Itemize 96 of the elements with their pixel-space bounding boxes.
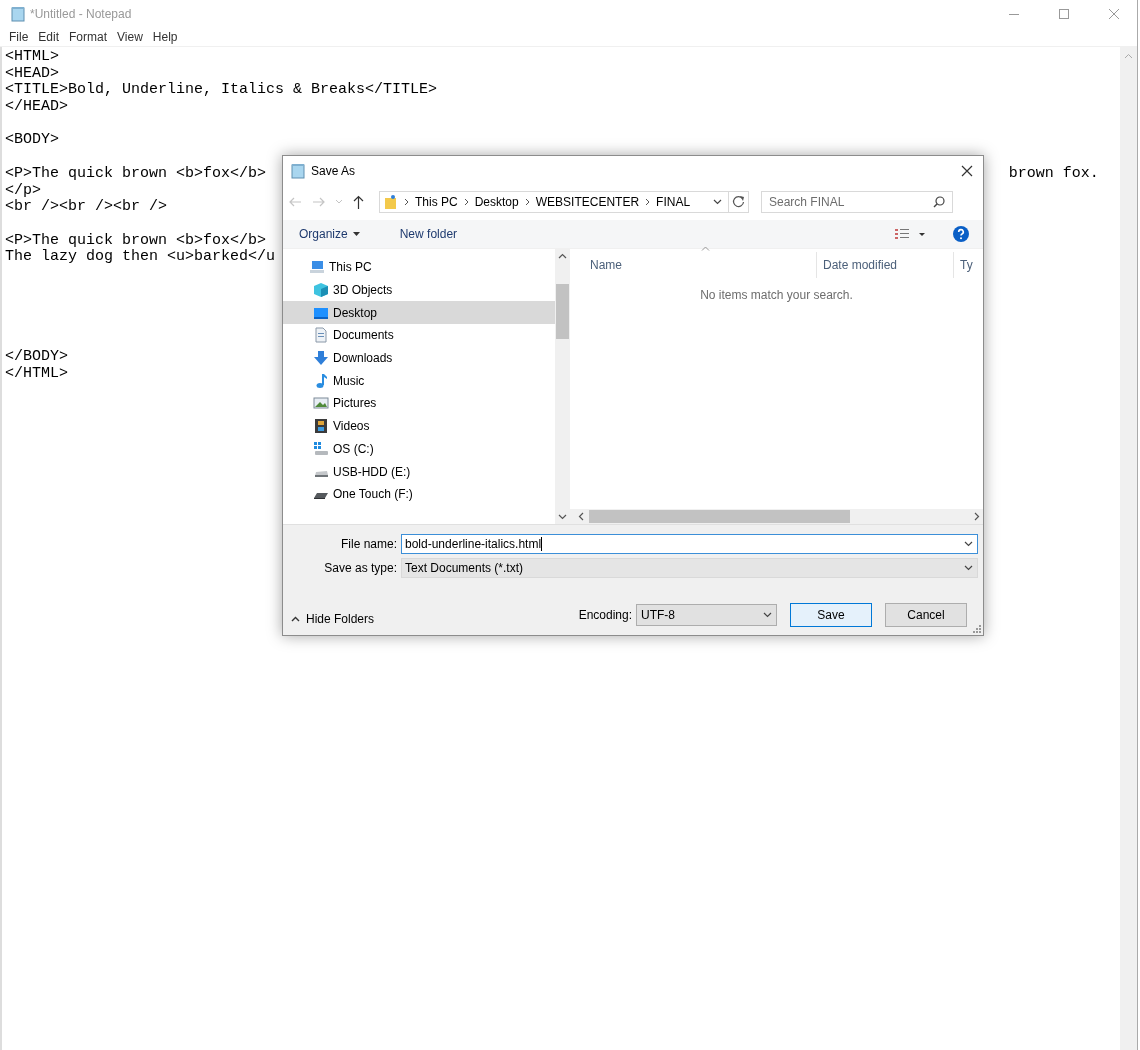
resize-grip-icon	[973, 625, 981, 633]
encoding-dropdown[interactable]: UTF-8	[636, 604, 777, 626]
drive-icon	[313, 470, 329, 477]
cancel-button[interactable]: Cancel	[885, 603, 967, 627]
folder-tree-item[interactable]: OS (C:)	[283, 437, 555, 461]
folder-icon	[384, 193, 398, 210]
film-icon	[313, 418, 329, 435]
file-name-field[interactable]: bold-underline-italics.html	[401, 534, 978, 554]
chevron-right-icon	[645, 197, 651, 206]
folder-tree-item[interactable]: 3D Objects	[283, 278, 555, 302]
chevron-up-icon	[291, 615, 300, 622]
field-label: Save as type:	[323, 561, 398, 575]
recent-caret-icon[interactable]	[335, 199, 343, 204]
code-line: <P>The quick brown <b>fox</b>	[5, 231, 267, 249]
up-arrow-icon[interactable]	[353, 194, 364, 209]
scroll-left-icon[interactable]	[578, 512, 584, 521]
new-folder-button[interactable]: New folder	[393, 227, 464, 241]
view-options-icon[interactable]	[895, 228, 925, 240]
menu-item[interactable]: Edit	[33, 30, 65, 44]
folder-tree-item[interactable]: Videos	[283, 414, 555, 438]
folder-tree-item[interactable]: Desktop	[283, 301, 555, 325]
drive-icon	[313, 493, 329, 500]
breadcrumb-item[interactable]: This PC	[415, 194, 458, 209]
caret-down-icon	[352, 232, 360, 236]
code-line: <TITLE>Bold, Underline, Italics & Breaks</TITLE>	[5, 81, 438, 99]
file-type-dropdown[interactable]: Text Documents (*.txt)	[401, 558, 978, 578]
dropdown-caret-icon	[964, 541, 973, 547]
dialog-title: Save As	[311, 163, 356, 178]
empty-message: No items match your search.	[700, 288, 853, 302]
hide-folders-button[interactable]: Hide Folders	[291, 611, 375, 626]
code-line: <br /><br /><br />	[5, 198, 168, 216]
picture-icon	[313, 395, 329, 412]
vertical-scrollbar[interactable]	[1120, 47, 1137, 1050]
sort-caret-icon	[701, 246, 710, 251]
menu-item[interactable]: File	[4, 30, 34, 44]
field-label: File name:	[339, 537, 398, 551]
code-line: </HEAD>	[5, 98, 68, 116]
code-line: </p>	[5, 181, 41, 199]
drive-icon	[313, 440, 329, 457]
search-field[interactable]: Search FINAL	[761, 190, 953, 213]
dropdown-caret-icon	[713, 198, 722, 205]
computer-icon	[309, 259, 325, 276]
code-line: The lazy dog then <u>barked</u	[5, 248, 276, 266]
code-line: brown fox.	[1008, 164, 1099, 182]
chevron-right-icon	[524, 197, 530, 206]
close-icon	[961, 164, 973, 177]
notepad-icon	[290, 162, 306, 179]
chevron-right-icon	[404, 197, 409, 206]
breadcrumb-item[interactable]: WEBSITECENTER	[535, 194, 640, 209]
menu-item[interactable]: Format	[64, 30, 113, 44]
back-arrow-icon[interactable]	[289, 196, 302, 207]
code-line: </BODY>	[5, 348, 68, 366]
encoding-label: Encoding:	[578, 608, 632, 622]
folder-tree-item[interactable]: Documents	[283, 324, 555, 347]
menu-item[interactable]: Help	[147, 30, 183, 44]
search-icon	[933, 195, 945, 208]
scroll-right-icon[interactable]	[974, 512, 980, 521]
breadcrumb-item[interactable]: Desktop	[474, 194, 519, 209]
download-arrow-icon	[313, 350, 329, 367]
breadcrumb-item[interactable]: FINAL	[656, 194, 691, 209]
folder-tree-item[interactable]: Music	[283, 369, 555, 393]
scroll-up-icon[interactable]	[558, 253, 567, 259]
folder-tree-item[interactable]: Pictures	[283, 392, 555, 415]
maximize-icon	[1059, 9, 1069, 19]
chevron-right-icon	[463, 197, 469, 206]
music-note-icon	[313, 372, 329, 389]
help-icon[interactable]	[953, 226, 969, 242]
scroll-thumb[interactable]	[556, 284, 569, 339]
folder-tree-item[interactable]: USB-HDD (E:)	[283, 460, 555, 483]
save-button[interactable]: Save	[790, 603, 872, 627]
refresh-icon[interactable]	[732, 195, 745, 208]
dropdown-caret-icon	[964, 565, 973, 571]
address-bar[interactable]: This PC Desktop WEBSITECENTER FINAL	[379, 190, 749, 213]
scroll-down-icon[interactable]	[558, 514, 567, 520]
forward-arrow-icon[interactable]	[312, 196, 325, 207]
cube-icon	[313, 282, 329, 299]
close-icon	[1109, 9, 1119, 19]
dropdown-caret-icon	[763, 612, 772, 618]
menu-item[interactable]: View	[112, 30, 148, 44]
organize-button[interactable]: Organize	[293, 227, 366, 241]
code-line: <BODY>	[5, 131, 59, 149]
folder-tree-item[interactable]: This PC	[283, 256, 555, 279]
code-line: <P>The quick brown <b>fox</b>	[5, 164, 267, 182]
folder-tree-item[interactable]: Downloads	[283, 346, 555, 370]
window-title: *Untitled - Notepad	[30, 7, 132, 21]
minimize-icon	[1009, 13, 1019, 15]
code-line: </HTML>	[5, 365, 68, 383]
document-icon	[313, 327, 329, 344]
vertical-scrollbar[interactable]	[555, 249, 570, 524]
code-line: <HTML>	[5, 48, 59, 65]
scroll-thumb[interactable]	[589, 510, 850, 523]
folder-tree-item[interactable]: One Touch (F:)	[283, 482, 555, 506]
horizontal-scrollbar[interactable]	[570, 509, 983, 524]
notepad-icon	[10, 6, 26, 22]
file-name-text: bold-underline-italics.html	[405, 536, 542, 551]
code-line: <HEAD>	[5, 64, 59, 82]
